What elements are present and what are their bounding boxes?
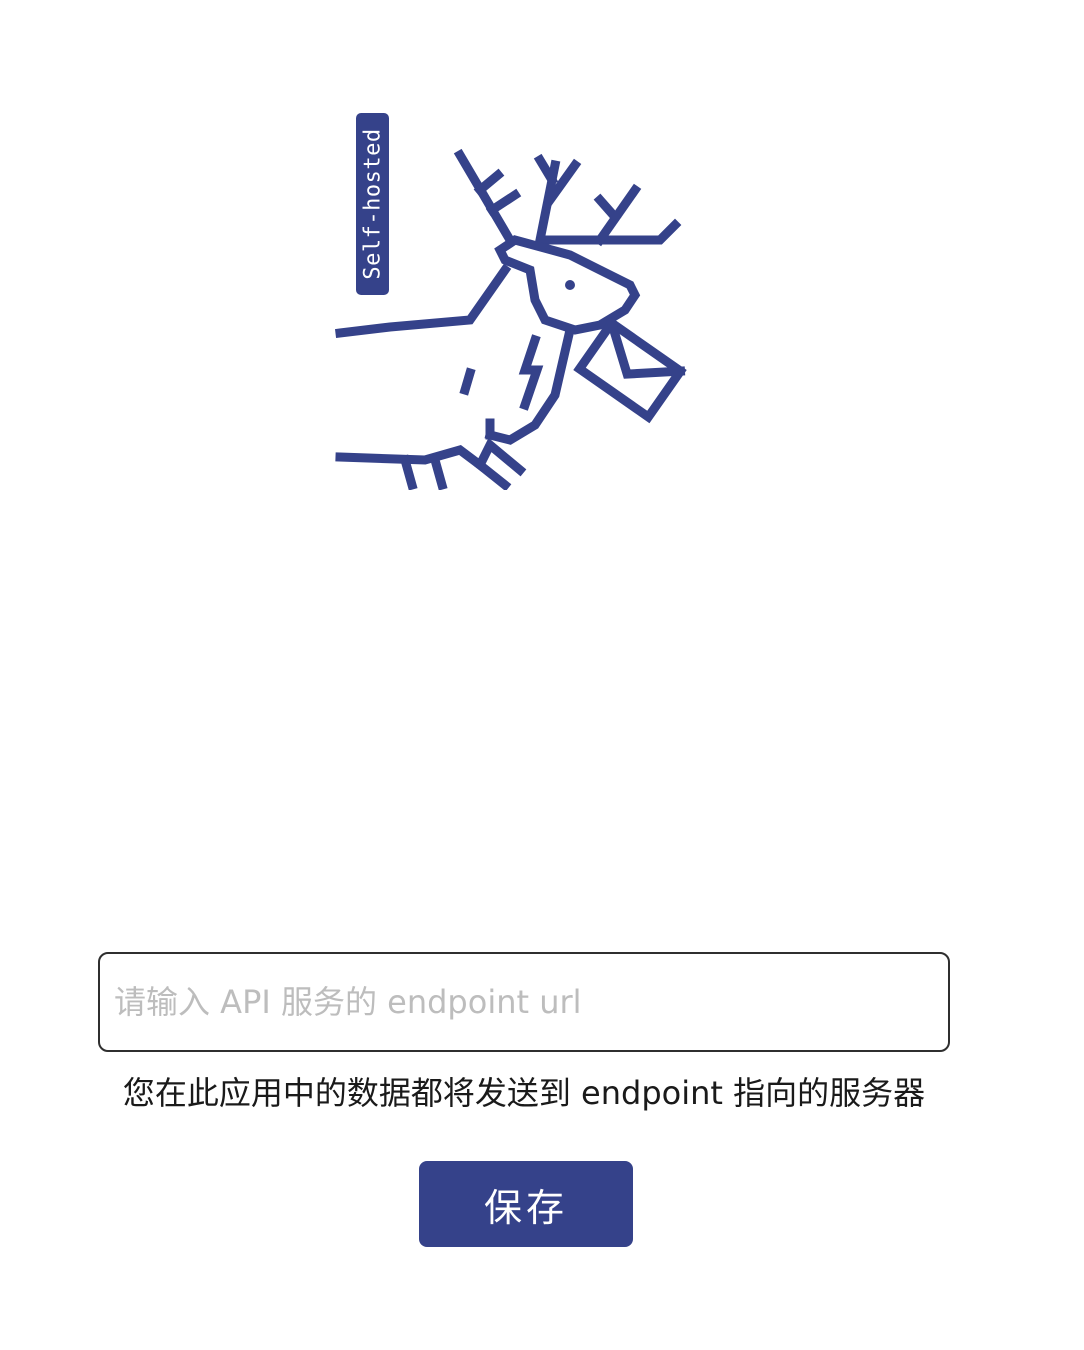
self-hosted-badge: Self-hosted bbox=[356, 113, 389, 295]
endpoint-url-input[interactable] bbox=[98, 952, 950, 1052]
badge-label: Self-hosted bbox=[360, 128, 385, 280]
save-button[interactable]: 保存 bbox=[419, 1161, 633, 1247]
endpoint-hint-text: 您在此应用中的数据都将发送到 endpoint 指向的服务器 bbox=[122, 1074, 926, 1112]
self-hosted-setup-page: Self-hosted 您在此应用中的数据都将发送到 endpoint 指向的服… bbox=[0, 0, 1084, 1350]
